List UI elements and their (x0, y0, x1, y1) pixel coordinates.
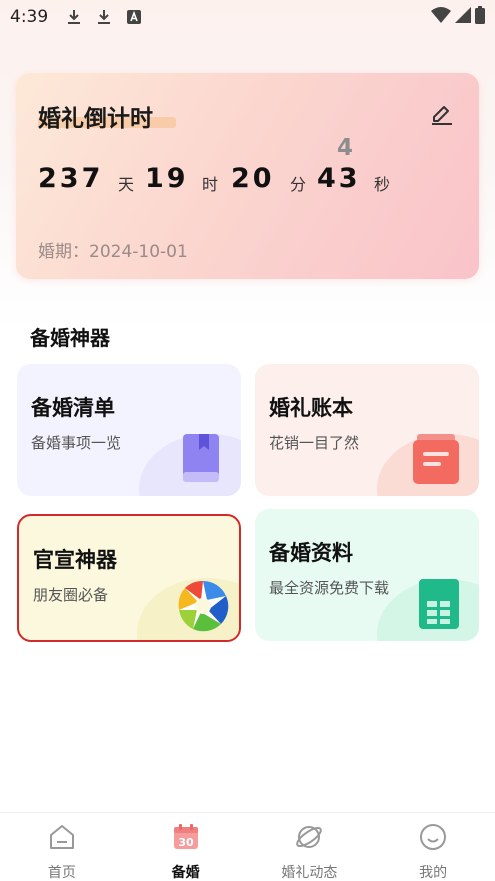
bottom-navigation: 首页 30 备婚 婚礼动态 我的 (0, 812, 495, 881)
calendar-badge: 30 (178, 836, 194, 849)
planet-icon (295, 823, 323, 851)
calendar-icon: 30 (172, 823, 200, 851)
wedding-resources-card[interactable]: 备婚资料 最全资源免费下载 (255, 509, 479, 641)
card-subtitle: 备婚事项一览 (31, 434, 122, 452)
seconds-value: 43 (317, 163, 361, 194)
seconds-unit: 秒 (374, 175, 391, 194)
wedding-announcement-card[interactable]: 官宣神器 朋友圈必备 (17, 514, 241, 642)
status-bar: 4:39 (0, 0, 495, 34)
nav-label: 我的 (419, 865, 448, 881)
nav-wedding-prep[interactable]: 30 备婚 (124, 813, 248, 881)
nav-label: 备婚 (171, 865, 200, 881)
nav-home[interactable]: 首页 (0, 813, 124, 881)
smiley-icon (419, 823, 447, 851)
card-title: 官宣神器 (33, 548, 117, 572)
wedding-countdown-card[interactable]: 婚礼倒计时 4 237 天 19 时 20 分 43 秒 婚期：2024-10-… (16, 73, 479, 279)
wedding-checklist-card[interactable]: 备婚清单 备婚事项一览 (17, 364, 241, 496)
section-title: 备婚神器 (30, 326, 110, 350)
wedding-ledger-card[interactable]: 婚礼账本 花销一目了然 (255, 364, 479, 496)
hours-unit: 时 (202, 175, 219, 194)
card-title: 备婚资料 (269, 541, 353, 565)
days-unit: 天 (118, 175, 135, 194)
aperture-icon (177, 580, 229, 632)
card-subtitle: 最全资源免费下载 (269, 579, 390, 597)
hours-value: 19 (145, 163, 189, 194)
wedding-date: 婚期：2024-10-01 (38, 242, 188, 262)
signal-icon (455, 7, 471, 27)
book-icon (179, 432, 223, 486)
card-title: 备婚清单 (31, 396, 115, 420)
battery-icon (475, 6, 485, 28)
wifi-icon (431, 7, 451, 27)
ledger-icon (411, 432, 461, 486)
days-value: 237 (38, 163, 104, 194)
edit-icon[interactable] (429, 100, 455, 126)
nav-label: 首页 (47, 865, 76, 881)
minutes-unit: 分 (290, 175, 307, 194)
seconds-transition-digit: 4 (337, 135, 354, 161)
minutes-value: 20 (231, 163, 275, 194)
download-icon (66, 8, 82, 26)
nav-label: 婚礼动态 (281, 865, 338, 881)
spreadsheet-icon (417, 577, 461, 631)
card-title: 婚礼账本 (269, 396, 353, 420)
countdown-title: 婚礼倒计时 (38, 106, 153, 132)
nav-wedding-feed[interactable]: 婚礼动态 (248, 813, 372, 881)
font-icon (126, 8, 142, 26)
card-subtitle: 朋友圈必备 (33, 586, 109, 604)
nav-profile[interactable]: 我的 (371, 813, 495, 881)
status-time: 4:39 (10, 7, 49, 27)
card-subtitle: 花销一目了然 (269, 434, 360, 452)
download-icon (96, 8, 112, 26)
home-icon (48, 823, 76, 851)
